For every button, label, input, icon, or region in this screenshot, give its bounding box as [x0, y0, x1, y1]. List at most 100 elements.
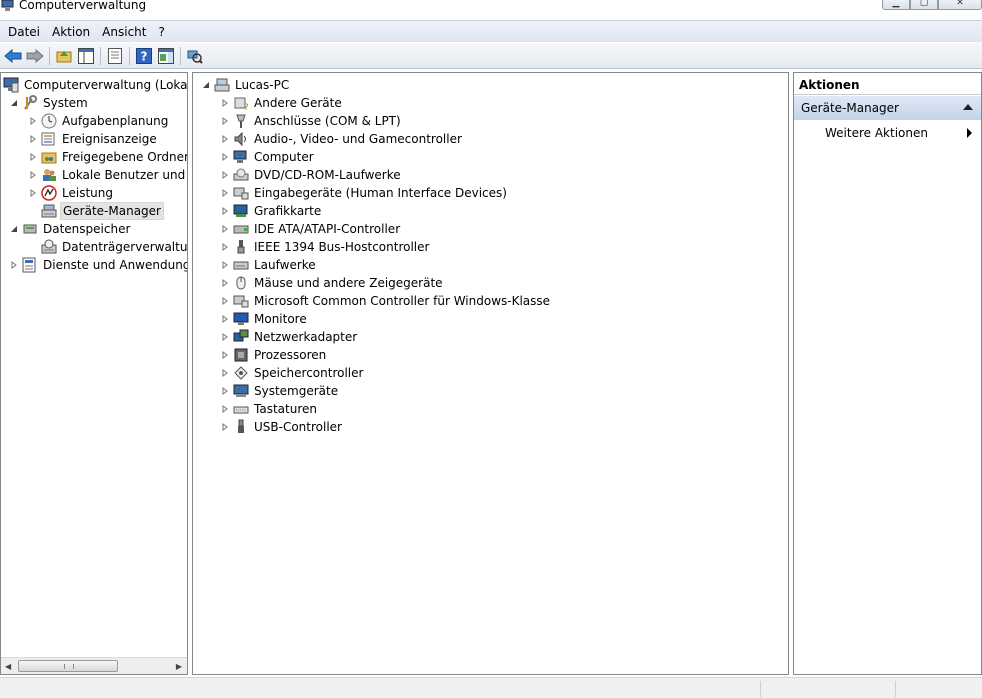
collapsed-arrow-icon[interactable] [220, 296, 230, 306]
tree-item-geraete-manager[interactable]: Geräte-Manager [41, 202, 164, 220]
collapsed-arrow-icon[interactable] [28, 116, 38, 126]
collapsed-arrow-icon[interactable] [220, 404, 230, 414]
collapsed-arrow-icon[interactable] [28, 134, 38, 144]
device-category-row[interactable]: ? Andere Geräte [220, 94, 344, 112]
device-category-label: Audio-, Video- und Gamecontroller [254, 132, 462, 146]
device-category-row[interactable]: Netzwerkadapter [220, 328, 359, 346]
horizontal-scrollbar[interactable]: ◀ ▶ [1, 657, 187, 674]
tree-item-aufgabenplanung[interactable]: Aufgabenplanung [28, 112, 170, 130]
device-category-label: Grafikkarte [254, 204, 322, 218]
tree-item-ereignisanzeige[interactable]: Ereignisanzeige [28, 130, 159, 148]
usb-icon [233, 419, 249, 435]
computer-name: Lucas-PC [235, 78, 290, 92]
device-category-row[interactable]: Eingabegeräte (Human Interface Devices) [220, 184, 509, 202]
menu-datei[interactable]: Datei [2, 22, 46, 42]
up-button[interactable] [53, 45, 75, 67]
scrollbar-thumb[interactable] [18, 660, 118, 672]
scroll-left-icon[interactable]: ◀ [5, 662, 11, 671]
show-hide-action-button[interactable] [155, 45, 177, 67]
device-category-row[interactable]: Computer [220, 148, 316, 166]
expanded-arrow-icon[interactable] [9, 224, 19, 234]
collapsed-arrow-icon[interactable] [28, 152, 38, 162]
menu-help[interactable]: ? [152, 22, 170, 42]
collapsed-arrow-icon[interactable] [220, 260, 230, 270]
tree-item-leistung[interactable]: Leistung [28, 184, 115, 202]
show-hide-action-icon [158, 47, 174, 64]
menu-aktion[interactable]: Aktion [46, 22, 96, 42]
collapsed-arrow-icon[interactable] [220, 170, 230, 180]
device-category-row[interactable]: Mäuse und andere Zeigegeräte [220, 274, 445, 292]
device-category-row[interactable]: Speichercontroller [220, 364, 365, 382]
toolbar-separator [129, 46, 130, 65]
collapsed-arrow-icon[interactable] [220, 314, 230, 324]
device-category-row[interactable]: DVD/CD-ROM-Laufwerke [220, 166, 403, 184]
tree-item-lokale-benutzer[interactable]: Lokale Benutzer und Gruppen [28, 166, 187, 184]
collapsed-arrow-icon[interactable] [220, 152, 230, 162]
collapsed-arrow-icon[interactable] [220, 368, 230, 378]
device-category-row[interactable]: Laufwerke [220, 256, 318, 274]
help-button[interactable]: ? [133, 45, 155, 67]
weitere-aktionen-item[interactable]: Weitere Aktionen [825, 126, 928, 140]
collapsed-arrow-icon[interactable] [220, 278, 230, 288]
forward-button[interactable] [24, 45, 46, 67]
collapsed-arrow-icon[interactable] [220, 332, 230, 342]
tree-item-system[interactable]: System [9, 94, 90, 112]
navigation-tree[interactable]: Computerverwaltung (Lokal) System Aufgab… [0, 72, 188, 675]
properties-icon [108, 47, 122, 64]
collapsed-arrow-icon[interactable] [220, 98, 230, 108]
device-category-row[interactable]: Tastaturen [220, 400, 319, 418]
collapsed-arrow-icon[interactable] [220, 188, 230, 198]
tree-item-dienste-und-anwendungen[interactable]: Dienste und Anwendungen [9, 256, 187, 274]
collapsed-arrow-icon[interactable] [220, 116, 230, 126]
collapsed-arrow-icon[interactable] [9, 260, 19, 270]
collapsed-arrow-icon[interactable] [28, 170, 38, 180]
device-list-pane[interactable]: Lucas-PC ? Andere Geräte Anschlüsse (COM &… [192, 72, 789, 675]
actions-section-geraete-manager[interactable]: Geräte-Manager [794, 96, 981, 120]
keyboard-icon [233, 401, 249, 417]
device-category-row[interactable]: IDE ATA/ATAPI-Controller [220, 220, 402, 238]
collapsed-arrow-icon[interactable] [220, 386, 230, 396]
window-title: Computerverwaltung [19, 0, 147, 12]
show-hide-tree-button[interactable] [75, 45, 97, 67]
device-category-row[interactable]: Anschlüsse (COM & LPT) [220, 112, 403, 130]
tree-item-computer-management[interactable]: Computerverwaltung (Lokal) [3, 76, 188, 94]
device-category-row[interactable]: Monitore [220, 310, 309, 328]
firewire-icon [233, 239, 249, 255]
collapsed-arrow-icon[interactable] [220, 242, 230, 252]
collapsed-arrow-icon[interactable] [220, 350, 230, 360]
tree-item-label: Computerverwaltung (Lokal) [24, 78, 188, 92]
device-category-row[interactable]: USB-Controller [220, 418, 344, 436]
device-category-row[interactable]: Systemgeräte [220, 382, 340, 400]
scan-hardware-button[interactable] [184, 45, 206, 67]
device-category-row[interactable]: IEEE 1394 Bus-Hostcontroller [220, 238, 431, 256]
menu-ansicht[interactable]: Ansicht [96, 22, 152, 42]
collapsed-arrow-icon[interactable] [220, 206, 230, 216]
close-button[interactable]: ✕ [938, 0, 982, 10]
back-button[interactable] [2, 45, 24, 67]
close-icon: ✕ [956, 0, 964, 8]
collapsed-arrow-icon[interactable] [220, 134, 230, 144]
maximize-button[interactable]: ▢ [910, 0, 938, 10]
collapse-section-icon[interactable] [963, 104, 973, 110]
device-category-row[interactable]: Grafikkarte [220, 202, 323, 220]
collapsed-arrow-icon[interactable] [220, 422, 230, 432]
computer-management-icon [3, 77, 19, 93]
hid-icon [233, 293, 249, 309]
collapsed-arrow-icon[interactable] [28, 188, 38, 198]
up-folder-icon [56, 50, 72, 62]
device-category-row[interactable]: Audio-, Video- und Gamecontroller [220, 130, 464, 148]
expanded-arrow-icon[interactable] [201, 80, 211, 90]
device-root[interactable]: Lucas-PC [201, 76, 291, 94]
status-separator [895, 681, 896, 697]
expanded-arrow-icon[interactable] [9, 98, 19, 108]
properties-button[interactable] [104, 45, 126, 67]
device-category-row[interactable]: Microsoft Common Controller für Windows-… [220, 292, 552, 310]
tree-item-datenspeicher[interactable]: Datenspeicher [9, 220, 132, 238]
device-category-row[interactable]: Prozessoren [220, 346, 328, 364]
collapsed-arrow-icon[interactable] [220, 224, 230, 234]
tree-item-freigegebene-ordner[interactable]: Freigegebene Ordner [28, 148, 187, 166]
minimize-button[interactable]: ▁ [882, 0, 910, 10]
scroll-right-icon[interactable]: ▶ [176, 662, 182, 671]
tree-item-label: Leistung [62, 186, 113, 200]
tree-item-datentraegerverwaltung[interactable]: Datenträgerverwaltung [41, 238, 187, 256]
